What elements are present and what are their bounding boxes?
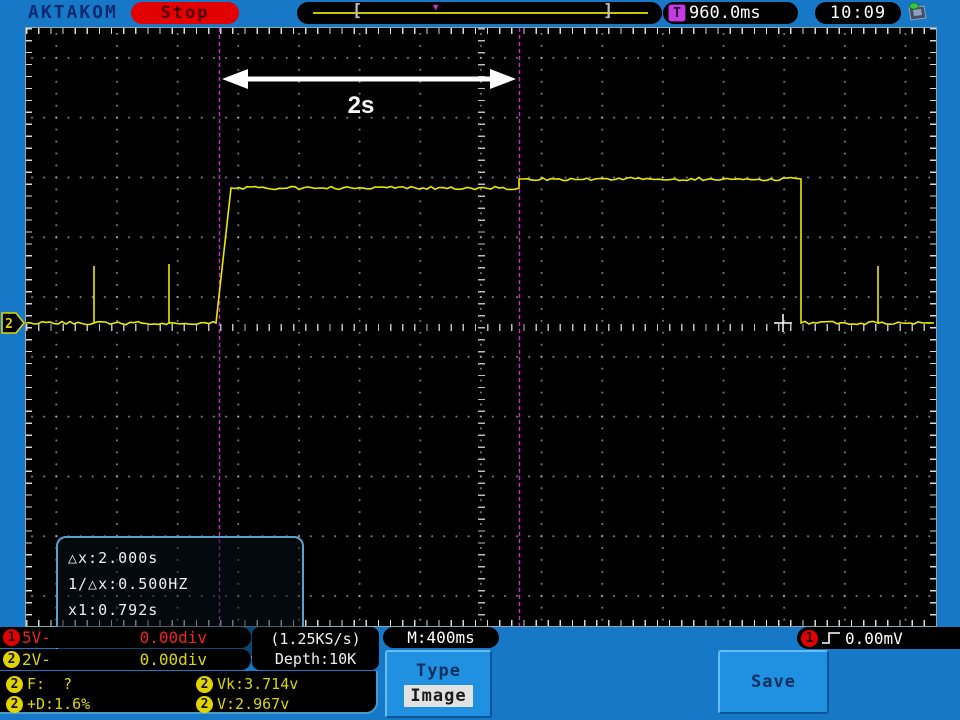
window-right-bracket: ] xyxy=(603,1,614,21)
channel2-position-flag[interactable]: 2 xyxy=(1,312,25,334)
trigger-position-marker-icon: ▼ xyxy=(433,3,439,13)
svg-text:2: 2 xyxy=(5,317,13,332)
type-menu-label: Type xyxy=(416,661,461,681)
save-button-label: Save xyxy=(751,672,796,692)
cursor-dx-readout: △x:2.000s xyxy=(68,549,159,567)
measure-ch-badge: 2 xyxy=(196,695,213,713)
measure-duty: 2 +D:1.6% xyxy=(6,694,90,714)
cursor-freq-readout: 1/△x:0.500HZ xyxy=(68,575,189,593)
run-state-label: Stop xyxy=(160,3,210,23)
channel2-status-row: 2 2V- 0.00div xyxy=(0,649,251,670)
memory-bar-line xyxy=(313,12,648,14)
trigger-time-value: 960.0ms xyxy=(689,3,761,23)
trigger-source-badge: 1 xyxy=(801,629,818,647)
oscilloscope-screen: AKTAKOM Stop [ ] ▼ T 960.0ms 10:09 2s △x… xyxy=(0,0,960,720)
acquisition-info-panel: (1.25KS/s) Depth:10K xyxy=(252,627,379,670)
channel2-badge: 2 xyxy=(3,651,20,668)
channel2-offset: 0.00div xyxy=(139,650,207,669)
type-menu-value: Image xyxy=(404,685,473,707)
trigger-badge-icon: T xyxy=(668,4,686,22)
rising-edge-icon xyxy=(822,632,840,644)
measure-ch-badge: 2 xyxy=(196,675,213,693)
save-button[interactable]: Save xyxy=(718,650,829,714)
brand-logo: AKTAKOM xyxy=(28,2,118,23)
sample-rate-readout: (1.25KS/s) xyxy=(270,629,361,648)
trigger-status-readout: 1 0.00mV xyxy=(797,627,960,649)
trigger-level-value: 0.00mV xyxy=(845,628,903,648)
measure-vk: 2 Vk:3.714v xyxy=(196,674,298,694)
trigger-time-readout: T 960.0ms xyxy=(663,2,798,24)
channel1-offset: 0.00div xyxy=(139,628,207,647)
channel1-badge: 1 xyxy=(3,629,20,646)
measure-frequency: 2 F: ? xyxy=(6,674,72,694)
channel1-status-row: 1 5V- 0.00div xyxy=(0,627,251,648)
storage-disk-icon xyxy=(908,2,927,21)
measure-ch-badge: 2 xyxy=(6,675,23,693)
run-stop-button[interactable]: Stop xyxy=(131,2,239,24)
channel1-scale: 5V- xyxy=(22,628,51,647)
window-left-bracket: [ xyxy=(352,1,363,21)
channel2-scale: 2V- xyxy=(22,650,51,669)
memory-depth-readout: Depth:10K xyxy=(274,649,357,668)
cursor-x1-readout: x1:0.792s xyxy=(68,601,159,619)
clock-readout: 10:09 xyxy=(815,2,901,24)
measurement-panel: 2 F: ? 2 Vk:3.714v 2 +D:1.6% 2 V:2.967v xyxy=(0,671,378,714)
waveform-display-area: 2s △x:2.000s 1/△x:0.500HZ x1:0.792s x2:-… xyxy=(25,27,937,658)
measure-v: 2 V:2.967v xyxy=(196,694,289,714)
timebase-readout: M:400ms xyxy=(383,627,499,648)
horizontal-position-bar[interactable]: [ ] ▼ xyxy=(297,1,662,24)
type-menu-button[interactable]: Type Image xyxy=(385,650,492,718)
measure-ch-badge: 2 xyxy=(6,695,23,713)
time-annotation-label: 2s xyxy=(347,92,375,119)
